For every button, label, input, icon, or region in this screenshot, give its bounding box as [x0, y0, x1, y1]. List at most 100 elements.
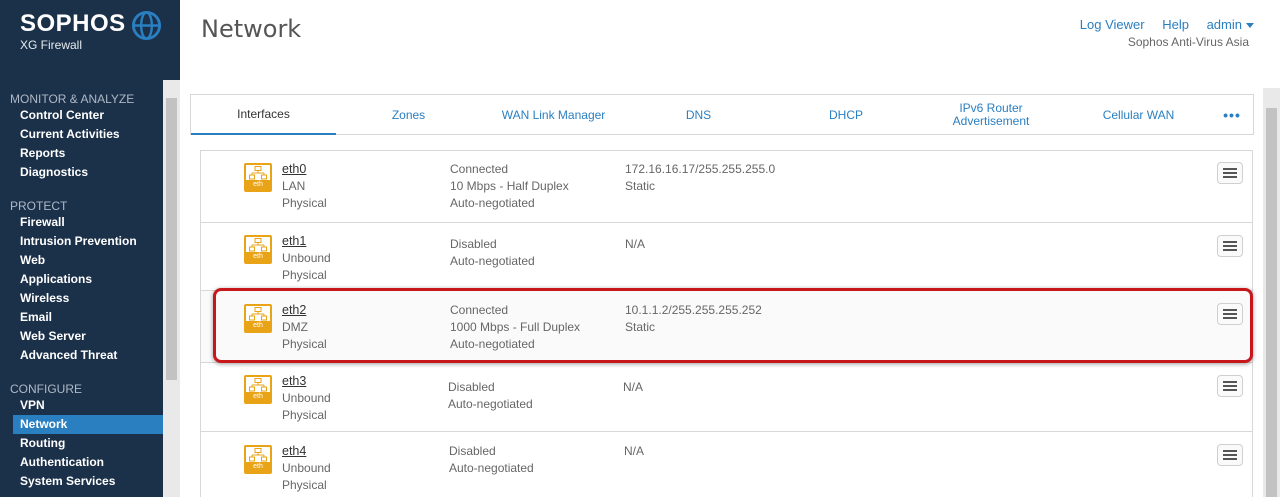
sidebar: SOPHOS XG Firewall MONITOR & ANALYZE Con…: [0, 0, 180, 497]
list-item[interactable]: eth eth2 DMZ Physical Connected 1000 Mbp…: [201, 291, 1252, 363]
status-connection: Disabled: [450, 237, 497, 251]
sidebar-item-control-center[interactable]: Control Center: [0, 106, 163, 125]
list-item[interactable]: eth eth1 Unbound Physical Disabled Auto-…: [201, 223, 1252, 291]
interface-type: Physical: [282, 268, 327, 282]
interface-name-link[interactable]: eth4: [282, 443, 331, 460]
interface-status: Disabled Auto-negotiated: [450, 236, 535, 270]
sidebar-item-web[interactable]: Web: [0, 251, 163, 270]
icon-label: eth: [246, 392, 270, 402]
tab-cellular-wan[interactable]: Cellular WAN: [1081, 95, 1196, 135]
interface-zone: Unbound: [282, 461, 331, 475]
row-menu-button[interactable]: [1217, 303, 1243, 325]
sidebar-item-routing[interactable]: Routing: [0, 434, 163, 453]
interface-status: Connected 10 Mbps - Half Duplex Auto-neg…: [450, 161, 569, 212]
sidebar-item-vpn[interactable]: VPN: [0, 396, 163, 415]
status-negotiation: Auto-negotiated: [448, 397, 533, 411]
tab-wan-link-manager[interactable]: WAN Link Manager: [481, 95, 626, 135]
more-dots-icon: •••: [1223, 106, 1241, 123]
tab-dhcp[interactable]: DHCP: [796, 95, 896, 135]
status-connection: Disabled: [449, 444, 496, 458]
top-links: Log Viewer Help admin: [1066, 17, 1254, 32]
list-item[interactable]: eth eth4 Unbound Physical Disabled Auto-…: [201, 432, 1252, 497]
network-interface-icon: eth: [244, 235, 272, 264]
admin-label: admin: [1206, 17, 1242, 32]
status-negotiation: Auto-negotiated: [450, 196, 535, 210]
sidebar-item-advanced-threat[interactable]: Advanced Threat: [0, 346, 163, 365]
icon-label: eth: [246, 180, 270, 190]
interface-zone: Unbound: [282, 391, 331, 405]
interface-name-link[interactable]: eth1: [282, 233, 331, 250]
list-item[interactable]: eth eth0 LAN Physical Connected 10 Mbps …: [201, 151, 1252, 223]
network-interface-icon: eth: [244, 163, 272, 192]
status-negotiation: Auto-negotiated: [449, 461, 534, 475]
sidebar-item-intrusion-prevention[interactable]: Intrusion Prevention: [0, 232, 163, 251]
log-viewer-link[interactable]: Log Viewer: [1080, 17, 1145, 32]
interface-ip: N/A: [623, 379, 643, 396]
interface-zone: Unbound: [282, 251, 331, 265]
admin-menu[interactable]: admin: [1207, 17, 1254, 32]
network-interface-icon: eth: [244, 375, 272, 404]
interface-name-link[interactable]: eth2: [282, 302, 327, 319]
interface-ip: N/A: [624, 443, 644, 460]
interface-status: Connected 1000 Mbps - Full Duplex Auto-n…: [450, 302, 580, 353]
row-menu-button[interactable]: [1217, 444, 1243, 466]
ip-assignment: Static: [625, 179, 656, 193]
sidebar-item-firewall[interactable]: Firewall: [0, 213, 163, 232]
status-connection: Connected: [450, 162, 509, 176]
tab-interfaces[interactable]: Interfaces: [191, 95, 336, 135]
status-connection: Connected: [450, 303, 509, 317]
interface-type: Physical: [282, 478, 327, 492]
status-speed: 10 Mbps - Half Duplex: [450, 179, 569, 193]
sidebar-item-web-server[interactable]: Web Server: [0, 327, 163, 346]
sidebar-item-wireless[interactable]: Wireless: [0, 289, 163, 308]
interface-zone: LAN: [282, 179, 306, 193]
more-tabs-button[interactable]: •••: [1211, 95, 1253, 135]
sidebar-item-reports[interactable]: Reports: [0, 144, 163, 163]
interface-details: eth2 DMZ Physical: [282, 302, 327, 353]
row-menu-button[interactable]: [1217, 235, 1243, 257]
section-monitor-analyze: MONITOR & ANALYZE: [10, 92, 135, 106]
interface-zone: DMZ: [282, 320, 308, 334]
sidebar-scrollbar-thumb[interactable]: [166, 98, 177, 380]
ip-address: N/A: [623, 380, 644, 394]
brand[interactable]: SOPHOS XG Firewall: [0, 0, 180, 80]
ip-address: N/A: [624, 444, 645, 458]
help-link[interactable]: Help: [1162, 17, 1189, 32]
interface-name-link[interactable]: eth0: [282, 161, 327, 178]
interface-status: Disabled Auto-negotiated: [448, 379, 533, 413]
interface-ip: N/A: [625, 236, 645, 253]
sidebar-scrollbar[interactable]: [163, 80, 180, 497]
tab-zones[interactable]: Zones: [361, 95, 456, 135]
sidebar-item-authentication[interactable]: Authentication: [0, 453, 163, 472]
sidebar-item-email[interactable]: Email: [0, 308, 163, 327]
icon-label: eth: [246, 321, 270, 331]
sidebar-item-network[interactable]: Network: [13, 415, 163, 434]
sidebar-item-system-services[interactable]: System Services: [0, 472, 163, 491]
section-configure: CONFIGURE: [10, 382, 82, 396]
interface-details: eth1 Unbound Physical: [282, 233, 331, 284]
interface-name-link[interactable]: eth3: [282, 373, 331, 390]
ip-address: N/A: [625, 237, 646, 251]
list-item[interactable]: eth eth3 Unbound Physical Disabled Auto-…: [201, 363, 1252, 432]
tab-ipv6-router-advertisement[interactable]: IPv6 Router Advertisement: [931, 95, 1051, 135]
main-scrollbar[interactable]: [1263, 88, 1280, 497]
interface-ip: 10.1.1.2/255.255.255.252 Static: [625, 302, 762, 336]
interface-list: eth eth0 LAN Physical Connected 10 Mbps …: [200, 150, 1253, 497]
row-menu-button[interactable]: [1217, 162, 1243, 184]
ip-address: 172.16.16.17/255.255.255.0: [625, 162, 776, 176]
status-speed: 1000 Mbps - Full Duplex: [450, 320, 581, 334]
globe-icon: [131, 10, 162, 41]
interface-ip: 172.16.16.17/255.255.255.0 Static: [625, 161, 775, 195]
network-interface-icon: eth: [244, 445, 272, 474]
network-interface-icon: eth: [244, 304, 272, 333]
main-scrollbar-thumb[interactable]: [1266, 108, 1277, 497]
interface-type: Physical: [282, 196, 327, 210]
sidebar-item-diagnostics[interactable]: Diagnostics: [0, 163, 163, 182]
tab-dns[interactable]: DNS: [651, 95, 746, 135]
chevron-down-icon: [1246, 23, 1254, 29]
sidebar-item-current-activities[interactable]: Current Activities: [0, 125, 163, 144]
status-connection: Disabled: [448, 380, 495, 394]
row-menu-button[interactable]: [1217, 375, 1243, 397]
sidebar-item-applications[interactable]: Applications: [0, 270, 163, 289]
sidebar-nav: MONITOR & ANALYZE Control Center Current…: [0, 80, 180, 497]
